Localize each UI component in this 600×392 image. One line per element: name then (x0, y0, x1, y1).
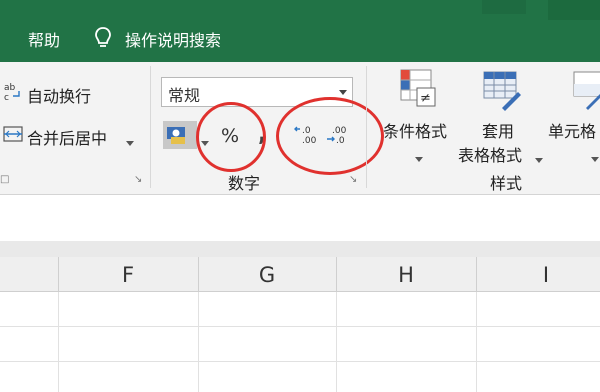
column-header-f[interactable]: F (58, 257, 198, 291)
title-bar-decoration (482, 0, 526, 14)
format-as-table-label-1[interactable]: 套用 (482, 118, 514, 142)
tell-me-search[interactable]: 操作说明搜索 (125, 27, 221, 51)
column-line (336, 292, 337, 392)
merge-center-icon (3, 126, 23, 146)
number-format-value: 常规 (168, 86, 201, 105)
conditional-formatting-icon: ≠ (399, 68, 437, 114)
svg-text:≠: ≠ (420, 91, 431, 106)
column-header-h[interactable]: H (336, 257, 476, 291)
column-line (58, 292, 59, 392)
help-tab[interactable]: 帮助 (28, 27, 60, 51)
cell-styles-dropdown-icon[interactable] (591, 148, 599, 167)
lightbulb-icon (93, 26, 113, 54)
cell-styles-icon (572, 70, 600, 116)
title-bar-decoration (548, 0, 600, 20)
column-headers: F G H I (0, 257, 600, 292)
cell-styles-button[interactable]: 单元格 (548, 118, 596, 142)
group-divider (366, 66, 367, 188)
merge-dropdown-arrow-icon[interactable] (126, 132, 134, 151)
column-header-g[interactable]: G (198, 257, 336, 291)
number-dialog-launcher-icon[interactable]: ↘ (349, 174, 357, 185)
number-group-label: 数字 (228, 174, 261, 193)
annotation-circle-percent (196, 102, 266, 172)
styles-group-label: 样式 (490, 174, 523, 193)
row-line (0, 326, 600, 327)
format-as-table-dropdown-icon[interactable] (535, 149, 543, 168)
formula-bar[interactable] (0, 195, 600, 241)
sheet-top-gap (0, 241, 600, 257)
column-header-i[interactable]: I (476, 257, 600, 291)
ribbon: ab c 自动换行 合并后居中 ↘ □ 常规 % , .0 .00 .00 .0… (0, 62, 600, 195)
group-label-fragment: □ (0, 174, 10, 185)
merge-center-button[interactable]: 合并后居中 (27, 125, 107, 149)
annotation-circle-decimals (276, 97, 384, 175)
svg-text:ab: ab (4, 83, 16, 93)
alignment-dialog-launcher-icon[interactable]: ↘ (134, 174, 142, 185)
conditional-formatting-dropdown-icon[interactable] (415, 148, 423, 167)
column-line (476, 292, 477, 392)
chevron-down-icon (339, 90, 347, 95)
accounting-format-icon[interactable] (163, 121, 197, 153)
cell-grid[interactable] (0, 292, 600, 392)
group-divider (150, 66, 151, 188)
column-line (198, 292, 199, 392)
format-as-table-icon (482, 70, 522, 116)
conditional-formatting-button[interactable]: 条件格式 (383, 118, 447, 142)
wrap-text-icon: ab c (4, 82, 22, 106)
title-bar: 帮助 操作说明搜索 (0, 0, 600, 62)
format-as-table-button[interactable]: 表格格式 (458, 142, 522, 166)
row-line (0, 361, 600, 362)
wrap-text-button[interactable]: 自动换行 (27, 83, 91, 107)
svg-text:c: c (4, 93, 9, 102)
